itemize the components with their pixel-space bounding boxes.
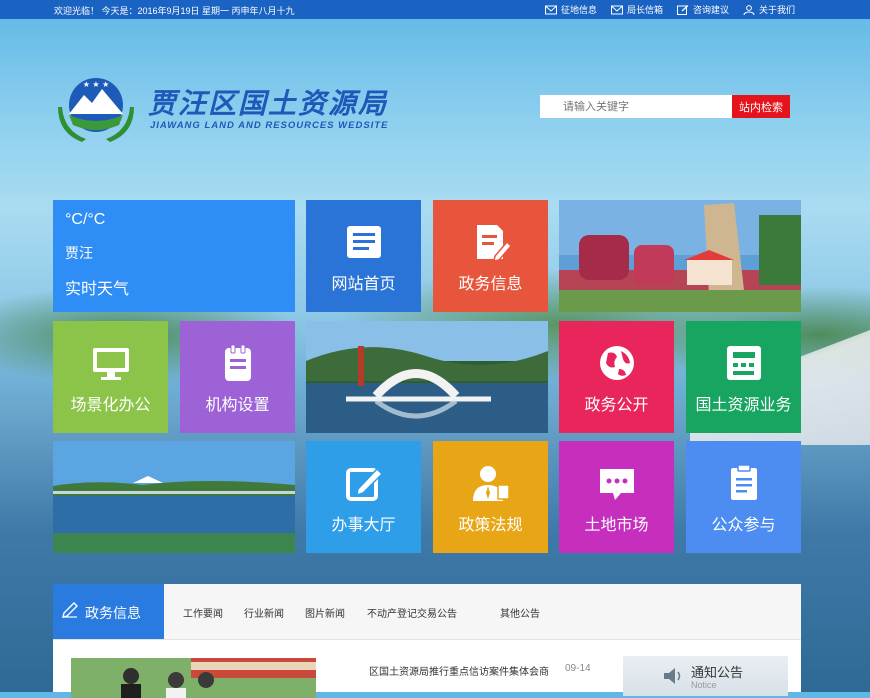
tile-public-participation[interactable]: 公众参与 bbox=[686, 441, 801, 553]
tab-industry-news[interactable]: 行业新闻 bbox=[244, 605, 284, 620]
tile-label: 场景化办公 bbox=[70, 397, 151, 414]
top-link-director-mailbox[interactable]: 局长信箱 bbox=[610, 3, 663, 16]
tile-government-disclosure[interactable]: 政务公开 bbox=[559, 321, 674, 433]
tile-government-info[interactable]: 政务信息 bbox=[433, 200, 548, 312]
news-title-label: 政务信息 bbox=[85, 605, 141, 621]
tile-label: 公众参与 bbox=[711, 517, 776, 534]
top-link-label: 征地信息 bbox=[560, 5, 597, 15]
weather-tile[interactable]: °C/°C 贾汪 实时天气 bbox=[53, 200, 295, 312]
user-icon bbox=[743, 4, 755, 15]
speaker-icon bbox=[664, 668, 681, 684]
top-link-suggestions[interactable]: 咨询建议 bbox=[676, 3, 729, 16]
chat-icon bbox=[597, 463, 637, 503]
top-link-label: 关于我们 bbox=[758, 5, 795, 15]
top-link-land-acquisition[interactable]: 征地信息 bbox=[544, 3, 597, 16]
photo-lake-view[interactable] bbox=[53, 441, 295, 553]
tile-home[interactable]: 网站首页 bbox=[306, 200, 421, 312]
photo-scenic-stone[interactable] bbox=[559, 200, 801, 312]
person-icon bbox=[471, 463, 511, 503]
svg-text:★ ★ ★: ★ ★ ★ bbox=[83, 80, 110, 89]
news-item-link[interactable]: 区国土资源局推行重点信访案件集体会商 bbox=[369, 663, 549, 678]
top-bar: 欢迎光临！ 今天是：2016年9月19日 星期一 丙申年八月十九 征地信息 局长… bbox=[0, 0, 870, 19]
site-title-cn: 贾汪区国土资源局 bbox=[148, 89, 389, 120]
tile-label: 网站首页 bbox=[331, 276, 396, 293]
photo-arch-bridge[interactable] bbox=[306, 321, 548, 433]
weather-city: 贾汪 bbox=[65, 245, 93, 261]
tile-label: 机构设置 bbox=[205, 397, 270, 414]
calculator-icon bbox=[724, 343, 764, 383]
top-link-label: 咨询建议 bbox=[692, 5, 729, 15]
tile-policies-regulations[interactable]: 政策法规 bbox=[433, 441, 548, 553]
notepad-icon bbox=[724, 463, 764, 503]
tile-label: 国土资源业务 bbox=[695, 397, 792, 414]
pencil-icon bbox=[62, 602, 78, 618]
tile-label: 政务信息 bbox=[458, 276, 523, 293]
welcome-text: 欢迎光临！ 今天是：2016年9月19日 星期一 丙申年八月十九 bbox=[54, 6, 295, 16]
search-button[interactable]: 站内检索 bbox=[732, 95, 790, 118]
edit-icon bbox=[676, 4, 689, 15]
tab-photo-news[interactable]: 图片新闻 bbox=[305, 605, 345, 620]
news-section-title[interactable]: 政务信息 bbox=[53, 584, 164, 639]
pencil-square-icon bbox=[344, 463, 384, 503]
mail-icon bbox=[610, 5, 623, 14]
site-search: 站内检索 bbox=[540, 95, 790, 118]
clipboard-icon bbox=[218, 343, 258, 383]
tile-land-resources-business[interactable]: 国土资源业务 bbox=[686, 321, 801, 433]
weather-temperature: °C/°C bbox=[65, 211, 106, 228]
site-emblem-logo[interactable]: ★ ★ ★ bbox=[56, 69, 136, 145]
news-section: 政务信息 工作要闻 行业新闻 图片新闻 不动产登记交易公告 其他公告 区国土资源… bbox=[53, 584, 801, 698]
search-input[interactable] bbox=[540, 95, 732, 118]
notice-title: 通知公告 bbox=[691, 665, 744, 680]
tile-scenario-office[interactable]: 场景化办公 bbox=[53, 321, 168, 433]
monitor-icon bbox=[91, 343, 131, 383]
tab-real-estate-announcements[interactable]: 不动产登记交易公告 bbox=[367, 605, 457, 620]
tile-label: 办事大厅 bbox=[331, 517, 396, 534]
globe-icon bbox=[597, 343, 637, 383]
tab-other-announcements[interactable]: 其他公告 bbox=[500, 605, 540, 620]
notice-subtitle: Notice bbox=[691, 680, 717, 690]
tile-label: 政务公开 bbox=[584, 397, 649, 414]
tile-organization[interactable]: 机构设置 bbox=[180, 321, 295, 433]
news-body: 区国土资源局推行重点信访案件集体会商 09-14 通知公告 Notice bbox=[53, 640, 801, 698]
edit-document-icon bbox=[471, 222, 512, 262]
news-item-date: 09-14 bbox=[565, 663, 591, 674]
news-header: 政务信息 工作要闻 行业新闻 图片新闻 不动产登记交易公告 其他公告 bbox=[53, 584, 801, 640]
mail-icon bbox=[544, 5, 557, 14]
tile-label: 土地市场 bbox=[584, 517, 649, 534]
weather-label: 实时天气 bbox=[65, 281, 130, 298]
top-links: 征地信息 局长信箱 咨询建议 关于我们 bbox=[544, 3, 795, 16]
tile-land-market[interactable]: 土地市场 bbox=[559, 441, 674, 553]
top-link-about-us[interactable]: 关于我们 bbox=[743, 3, 795, 16]
tile-label: 政策法规 bbox=[458, 517, 523, 534]
tile-service-hall[interactable]: 办事大厅 bbox=[306, 441, 421, 553]
document-icon bbox=[344, 222, 384, 262]
tab-work-news[interactable]: 工作要闻 bbox=[183, 605, 223, 620]
site-title-en: JIAWANG LAND AND RESOURCES WEDSITE bbox=[150, 120, 389, 131]
notice-box[interactable]: 通知公告 Notice bbox=[623, 656, 788, 696]
top-link-label: 局长信箱 bbox=[626, 5, 663, 15]
news-photo[interactable] bbox=[71, 658, 316, 698]
